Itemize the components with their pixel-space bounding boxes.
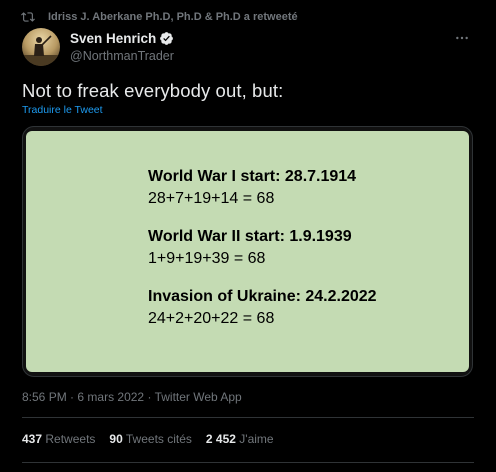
retweets-stat[interactable]: 437 Retweets	[22, 432, 95, 446]
retweets-label: Retweets	[45, 432, 96, 446]
retweets-count: 437	[22, 432, 43, 446]
more-dots-icon	[456, 36, 468, 40]
media-line-title: World War I start: 28.7.1914	[148, 168, 357, 185]
likes-label: J'aime	[239, 432, 274, 446]
tweet-metadata: 8:56 PM · 6 mars 2022 · Twitter Web App	[22, 390, 242, 404]
media-line-sum: 24+2+20+22 = 68	[148, 310, 275, 327]
quote-tweets-count: 90	[109, 432, 123, 446]
divider	[22, 417, 474, 418]
tweet-text: Not to freak everybody out, but:	[22, 80, 284, 101]
media-line-sum: 1+9+19+39 = 68	[148, 250, 266, 267]
retweet-icon	[20, 10, 36, 24]
tweet-stats: 437 Retweets 90 Tweets cités 2 452 J'aim…	[22, 432, 288, 446]
media-image-content: World War I start: 28.7.1914 28+7+19+14 …	[26, 131, 469, 372]
media-line-title: World War II start: 1.9.1939	[148, 228, 352, 245]
retweet-context[interactable]: Idriss J. Aberkane Ph.D, Ph.D & Ph.D a r…	[20, 9, 298, 25]
author-display-name[interactable]: Sven Henrich	[70, 31, 156, 46]
translate-tweet-link[interactable]: Traduire le Tweet	[22, 104, 103, 116]
avatar[interactable]	[22, 28, 60, 66]
quote-tweets-stat[interactable]: 90 Tweets cités	[109, 432, 192, 446]
tweet-date[interactable]: 6 mars 2022	[77, 390, 144, 404]
more-options-button[interactable]	[452, 30, 472, 46]
quote-tweets-label: Tweets cités	[125, 432, 192, 446]
media-line-sum: 28+7+19+14 = 68	[148, 190, 275, 207]
divider	[22, 462, 474, 463]
likes-count: 2 452	[205, 432, 236, 446]
meta-separator: ·	[147, 390, 152, 404]
author-handle[interactable]: @NorthmanTrader	[70, 49, 174, 63]
tweet-media-image[interactable]: World War I start: 28.7.1914 28+7+19+14 …	[22, 126, 473, 377]
tweet-source-app[interactable]: Twitter Web App	[155, 390, 242, 404]
verified-badge-icon	[159, 31, 174, 46]
likes-stat[interactable]: 2 452 J'aime	[206, 432, 274, 446]
tweet-time[interactable]: 8:56 PM	[22, 390, 67, 404]
retweet-context-text: Idriss J. Aberkane Ph.D, Ph.D & Ph.D a r…	[48, 11, 298, 23]
meta-separator: ·	[70, 390, 75, 404]
tweet-header: Sven Henrich @NorthmanTrader	[20, 28, 480, 68]
media-line-title: Invasion of Ukraine: 24.2.2022	[148, 288, 377, 305]
